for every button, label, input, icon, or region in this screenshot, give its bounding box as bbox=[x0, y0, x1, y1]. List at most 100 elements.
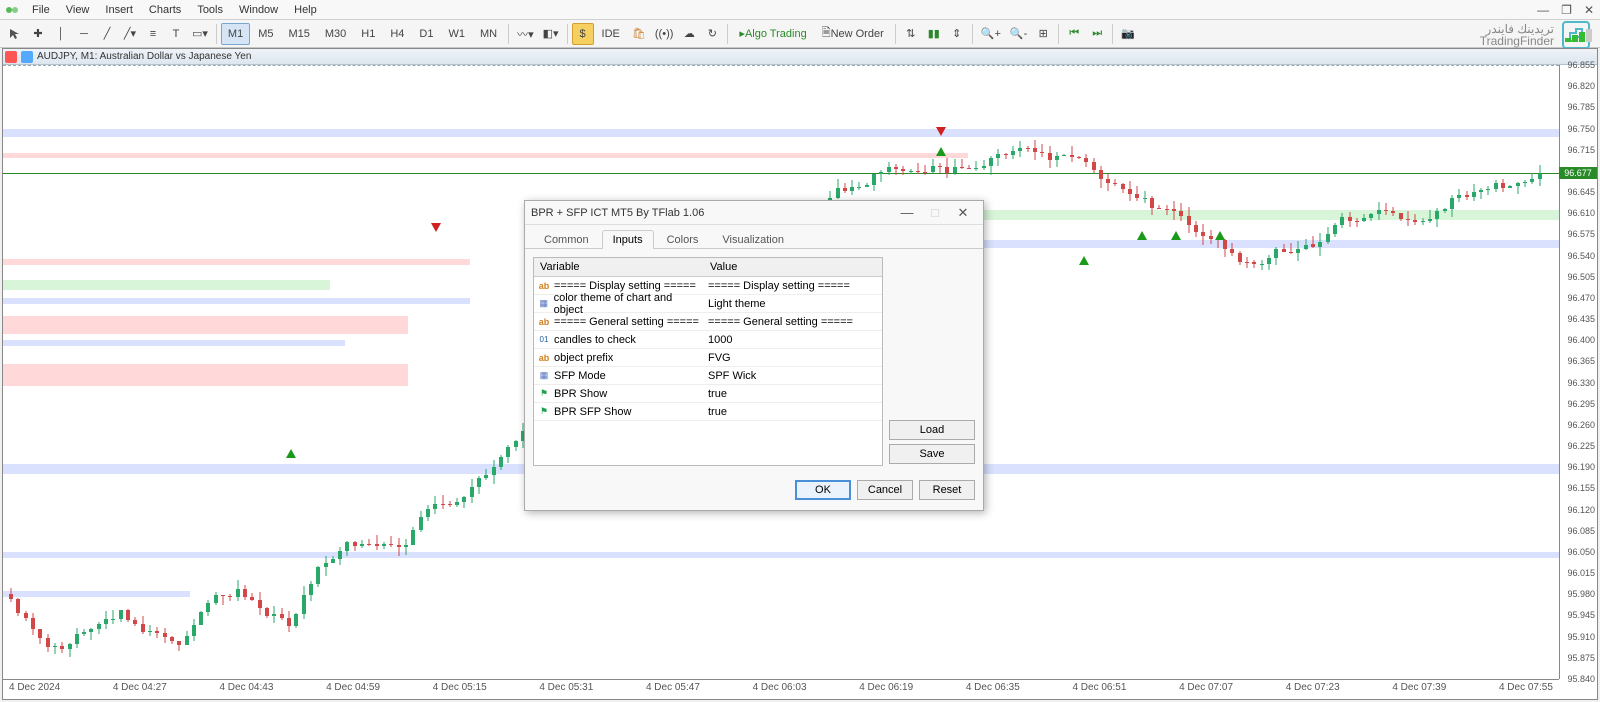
input-value-cell[interactable]: true bbox=[704, 405, 882, 419]
candle bbox=[228, 594, 232, 601]
save-button[interactable]: Save bbox=[889, 444, 975, 464]
step-fwd-icon[interactable]: ⏭ bbox=[1086, 23, 1108, 45]
fib-tool-icon[interactable]: ≡ bbox=[142, 23, 164, 45]
timeframe-m1[interactable]: M1 bbox=[221, 23, 250, 45]
timeframe-m5[interactable]: M5 bbox=[251, 23, 280, 45]
line-dropdown-icon[interactable]: ╱▾ bbox=[119, 23, 141, 45]
screenshot-icon[interactable]: 📷 bbox=[1117, 23, 1139, 45]
menu-file[interactable]: File bbox=[24, 2, 58, 18]
restore-icon[interactable]: ❐ bbox=[1555, 3, 1578, 17]
candle bbox=[1457, 189, 1461, 202]
tab-inputs[interactable]: Inputs bbox=[602, 230, 654, 249]
trade-levels-icon[interactable]: ⇕ bbox=[946, 23, 968, 45]
load-button[interactable]: Load bbox=[889, 420, 975, 440]
input-value-cell[interactable]: ===== General setting ===== bbox=[704, 315, 882, 329]
input-row[interactable]: ⚑BPR Showtrue bbox=[534, 385, 882, 403]
close-icon[interactable]: ✕ bbox=[1578, 3, 1600, 17]
refresh-icon[interactable]: ↻ bbox=[701, 23, 723, 45]
market-icon[interactable]: 🛍 bbox=[628, 23, 650, 45]
timeframe-h1[interactable]: H1 bbox=[354, 23, 382, 45]
input-row[interactable]: abobject prefixFVG bbox=[534, 349, 882, 367]
cloud-icon[interactable]: ☁ bbox=[678, 23, 700, 45]
input-value-cell[interactable]: true bbox=[704, 387, 882, 401]
crosshair-tool-icon[interactable]: ✚ bbox=[27, 23, 49, 45]
ok-button[interactable]: OK bbox=[795, 480, 851, 500]
col-header-variable[interactable]: Variable bbox=[534, 258, 704, 276]
menu-charts[interactable]: Charts bbox=[141, 2, 189, 18]
line-chart-icon[interactable]: 〰▾ bbox=[513, 23, 538, 45]
cursor-tool-icon[interactable] bbox=[4, 23, 26, 45]
timeframe-m30[interactable]: M30 bbox=[318, 23, 353, 45]
candle bbox=[272, 606, 276, 623]
menu-view[interactable]: View bbox=[58, 2, 98, 18]
input-row[interactable]: ab===== General setting ========== Gener… bbox=[534, 313, 882, 331]
candle bbox=[1113, 179, 1117, 186]
new-order-button[interactable]: 🗎 New Order bbox=[815, 23, 891, 45]
candle bbox=[1435, 208, 1439, 227]
x-tick: 4 Dec 05:15 bbox=[433, 682, 487, 697]
timeframe-h4[interactable]: H4 bbox=[383, 23, 411, 45]
tab-colors[interactable]: Colors bbox=[656, 230, 710, 249]
candle bbox=[1472, 184, 1476, 202]
candle bbox=[82, 629, 86, 636]
candle bbox=[9, 588, 13, 602]
candle bbox=[1260, 260, 1264, 270]
tile-windows-icon[interactable]: ⊞ bbox=[1032, 23, 1054, 45]
time-axis[interactable]: 4 Dec 20244 Dec 04:274 Dec 04:434 Dec 04… bbox=[3, 679, 1559, 699]
tab-visualization[interactable]: Visualization bbox=[711, 230, 795, 249]
signal-icon[interactable]: ((•)) bbox=[651, 23, 678, 45]
algo-trading-button[interactable]: ▸ Algo Trading bbox=[732, 23, 813, 45]
candle bbox=[836, 179, 840, 199]
candle bbox=[375, 535, 379, 549]
price-axis[interactable]: 96.85596.82096.78596.75096.71596.68096.6… bbox=[1559, 65, 1597, 679]
dialog-titlebar[interactable]: BPR + SFP ICT MT5 By TFlab 1.06 — □ ✕ bbox=[525, 201, 983, 225]
input-value-cell[interactable]: SPF Wick bbox=[704, 369, 882, 383]
menu-insert[interactable]: Insert bbox=[97, 2, 141, 18]
timeframe-d1[interactable]: D1 bbox=[412, 23, 440, 45]
chart-titlebar[interactable]: AUDJPY, M1: Australian Dollar vs Japanes… bbox=[3, 49, 1597, 65]
shapes-dropdown-icon[interactable]: ▭▾ bbox=[188, 23, 212, 45]
step-back-icon[interactable]: ⏮ bbox=[1063, 23, 1085, 45]
candle bbox=[177, 641, 181, 651]
dialog-maximize-icon[interactable]: □ bbox=[921, 205, 949, 220]
trendline-tool-icon[interactable]: ╱ bbox=[96, 23, 118, 45]
input-value-cell[interactable]: Light theme bbox=[704, 297, 882, 311]
timeframe-w1[interactable]: W1 bbox=[441, 23, 472, 45]
zoom-in-icon[interactable]: 🔍+ bbox=[977, 23, 1005, 45]
menu-help[interactable]: Help bbox=[286, 2, 325, 18]
minimize-icon[interactable]: — bbox=[1531, 3, 1555, 17]
menu-window[interactable]: Window bbox=[231, 2, 286, 18]
candle bbox=[1399, 213, 1403, 221]
timeframe-m15[interactable]: M15 bbox=[281, 23, 316, 45]
vline-tool-icon[interactable]: │ bbox=[50, 23, 72, 45]
input-row[interactable]: ▦SFP ModeSPF Wick bbox=[534, 367, 882, 385]
menu-tools[interactable]: Tools bbox=[189, 2, 231, 18]
input-variable-name: SFP Mode bbox=[554, 370, 606, 382]
input-row[interactable]: ▦color theme of chart and objectLight th… bbox=[534, 295, 882, 313]
indicator-icon[interactable]: ◧▾ bbox=[539, 23, 563, 45]
cancel-button[interactable]: Cancel bbox=[857, 480, 913, 500]
input-value-cell[interactable]: ===== Display setting ===== bbox=[704, 279, 882, 293]
input-row[interactable]: 01candles to check1000 bbox=[534, 331, 882, 349]
input-row[interactable]: ⚑BPR SFP Showtrue bbox=[534, 403, 882, 421]
dialog-minimize-icon[interactable]: — bbox=[893, 205, 921, 220]
candle bbox=[1070, 146, 1074, 162]
col-header-value[interactable]: Value bbox=[704, 258, 882, 276]
tab-common[interactable]: Common bbox=[533, 230, 600, 249]
candle bbox=[24, 611, 28, 621]
reset-button[interactable]: Reset bbox=[919, 480, 975, 500]
input-value-cell[interactable]: FVG bbox=[704, 351, 882, 365]
shift-chart-icon[interactable]: ⇅ bbox=[900, 23, 922, 45]
dialog-close-icon[interactable]: ✕ bbox=[949, 205, 977, 221]
ide-button[interactable]: IDE bbox=[595, 23, 627, 45]
y-tick: 96.225 bbox=[1567, 441, 1595, 451]
dollar-icon[interactable]: $ bbox=[572, 23, 594, 45]
hline-tool-icon[interactable]: ─ bbox=[73, 23, 95, 45]
buy-arrow-icon bbox=[936, 147, 946, 156]
text-tool-icon[interactable]: T bbox=[165, 23, 187, 45]
input-value-cell[interactable]: 1000 bbox=[704, 333, 882, 347]
autoscroll-icon[interactable]: ▮▮ bbox=[923, 23, 945, 45]
zoom-out-icon[interactable]: 🔍- bbox=[1006, 23, 1031, 45]
timeframe-mn[interactable]: MN bbox=[473, 23, 504, 45]
candle bbox=[967, 165, 971, 170]
